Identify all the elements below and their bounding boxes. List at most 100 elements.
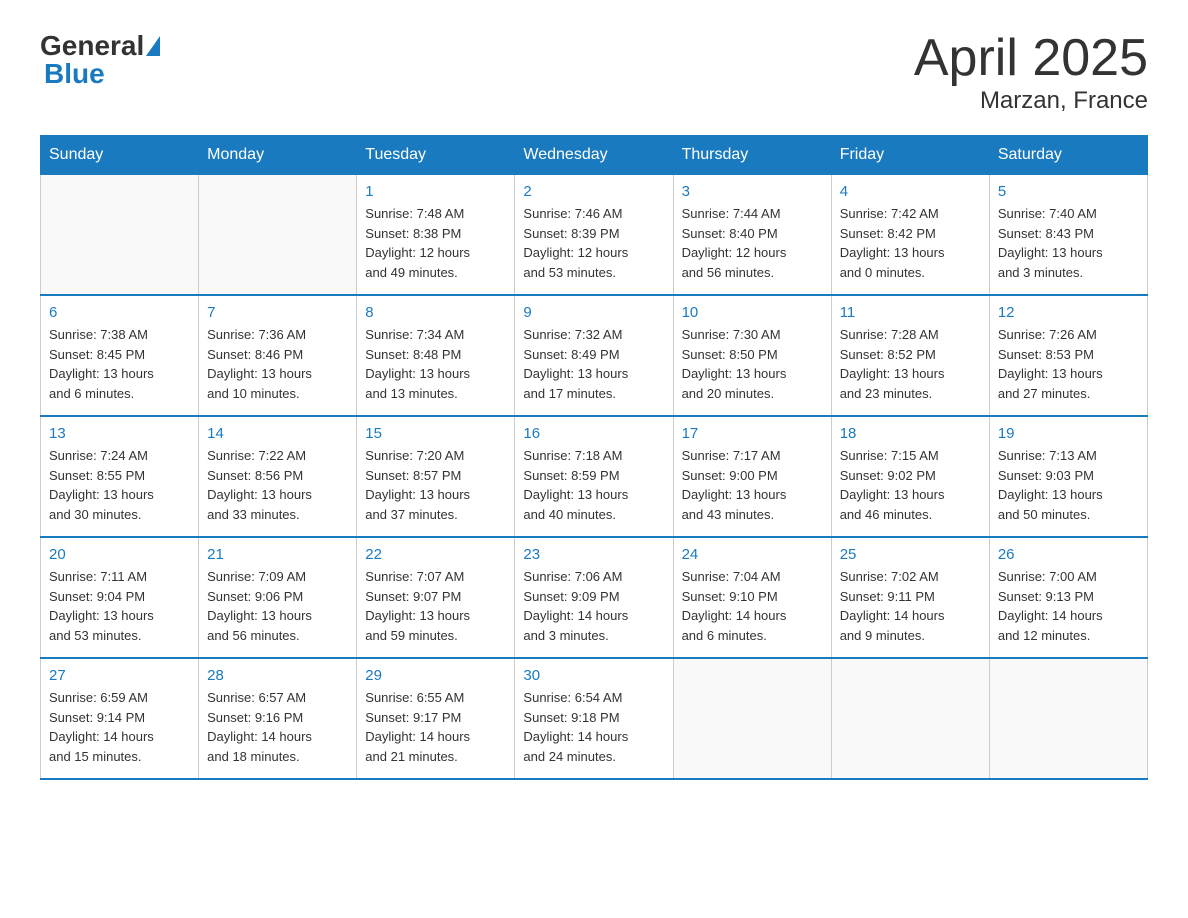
day-number: 18	[840, 425, 981, 442]
day-cell: 19 Sunrise: 7:13 AM Sunset: 9:03 PM Dayli…	[989, 416, 1147, 537]
logo: General Blue	[40, 30, 162, 90]
week-row-4: 20 Sunrise: 7:11 AM Sunset: 9:04 PM Dayli…	[41, 537, 1148, 658]
day-info: Sunrise: 7:15 AM Sunset: 9:02 PM Dayligh…	[840, 446, 981, 524]
day-info: Sunrise: 7:26 AM Sunset: 8:53 PM Dayligh…	[998, 325, 1139, 403]
day-cell: 5 Sunrise: 7:40 AM Sunset: 8:43 PM Daylig…	[989, 175, 1147, 296]
day-cell: 10 Sunrise: 7:30 AM Sunset: 8:50 PM Dayli…	[673, 295, 831, 416]
header-cell-monday: Monday	[199, 136, 357, 175]
day-cell: 4 Sunrise: 7:42 AM Sunset: 8:42 PM Daylig…	[831, 175, 989, 296]
day-info: Sunrise: 7:04 AM Sunset: 9:10 PM Dayligh…	[682, 567, 823, 645]
day-info: Sunrise: 6:54 AM Sunset: 9:18 PM Dayligh…	[523, 688, 664, 766]
calendar-body: 1 Sunrise: 7:48 AM Sunset: 8:38 PM Daylig…	[41, 175, 1148, 780]
header-row: SundayMondayTuesdayWednesdayThursdayFrid…	[41, 136, 1148, 175]
day-cell: 2Sunrise: 7:46 AM Sunset: 8:39 PM Daylig…	[515, 175, 673, 296]
day-number: 28	[207, 667, 348, 684]
day-number: 27	[49, 667, 190, 684]
day-number: 14	[207, 425, 348, 442]
day-info: Sunrise: 7:07 AM Sunset: 9:07 PM Dayligh…	[365, 567, 506, 645]
day-info: Sunrise: 7:13 AM Sunset: 9:03 PM Dayligh…	[998, 446, 1139, 524]
day-number: 21	[207, 546, 348, 563]
day-number: 16	[523, 425, 664, 442]
day-number: 13	[49, 425, 190, 442]
header-cell-sunday: Sunday	[41, 136, 199, 175]
day-info: Sunrise: 7:06 AM Sunset: 9:09 PM Dayligh…	[523, 567, 664, 645]
logo-blue-text: Blue	[44, 58, 105, 89]
day-cell: 28 Sunrise: 6:57 AM Sunset: 9:16 PM Dayli…	[199, 658, 357, 779]
day-info: Sunrise: 6:57 AM Sunset: 9:16 PM Dayligh…	[207, 688, 348, 766]
day-cell: 25 Sunrise: 7:02 AM Sunset: 9:11 PM Dayli…	[831, 537, 989, 658]
day-info: Sunrise: 7:36 AM Sunset: 8:46 PM Dayligh…	[207, 325, 348, 403]
header-cell-wednesday: Wednesday	[515, 136, 673, 175]
day-info: Sunrise: 7:48 AM Sunset: 8:38 PM Dayligh…	[365, 204, 506, 282]
day-info: Sunrise: 7:38 AM Sunset: 8:45 PM Dayligh…	[49, 325, 190, 403]
day-cell: 1 Sunrise: 7:48 AM Sunset: 8:38 PM Daylig…	[357, 175, 515, 296]
day-info: Sunrise: 7:24 AM Sunset: 8:55 PM Dayligh…	[49, 446, 190, 524]
day-info: Sunrise: 7:02 AM Sunset: 9:11 PM Dayligh…	[840, 567, 981, 645]
day-number: 20	[49, 546, 190, 563]
header-cell-thursday: Thursday	[673, 136, 831, 175]
day-info: Sunrise: 7:17 AM Sunset: 9:00 PM Dayligh…	[682, 446, 823, 524]
day-cell: 12 Sunrise: 7:26 AM Sunset: 8:53 PM Dayli…	[989, 295, 1147, 416]
title-block: April 2025 Marzan, France	[914, 30, 1148, 115]
day-number: 15	[365, 425, 506, 442]
day-number: 22	[365, 546, 506, 563]
day-cell: 26Sunrise: 7:00 AM Sunset: 9:13 PM Dayli…	[989, 537, 1147, 658]
day-number: 8	[365, 304, 506, 321]
day-number: 30	[523, 667, 664, 684]
day-cell: 24Sunrise: 7:04 AM Sunset: 9:10 PM Dayli…	[673, 537, 831, 658]
day-number: 17	[682, 425, 823, 442]
day-info: Sunrise: 7:42 AM Sunset: 8:42 PM Dayligh…	[840, 204, 981, 282]
week-row-2: 6 Sunrise: 7:38 AM Sunset: 8:45 PM Daylig…	[41, 295, 1148, 416]
day-info: Sunrise: 7:11 AM Sunset: 9:04 PM Dayligh…	[49, 567, 190, 645]
day-cell: 30 Sunrise: 6:54 AM Sunset: 9:18 PM Dayli…	[515, 658, 673, 779]
week-row-1: 1 Sunrise: 7:48 AM Sunset: 8:38 PM Daylig…	[41, 175, 1148, 296]
day-cell: 3Sunrise: 7:44 AM Sunset: 8:40 PM Daylig…	[673, 175, 831, 296]
day-info: Sunrise: 7:30 AM Sunset: 8:50 PM Dayligh…	[682, 325, 823, 403]
day-info: Sunrise: 6:59 AM Sunset: 9:14 PM Dayligh…	[49, 688, 190, 766]
header-cell-saturday: Saturday	[989, 136, 1147, 175]
calendar-header: SundayMondayTuesdayWednesdayThursdayFrid…	[41, 136, 1148, 175]
day-cell: 11 Sunrise: 7:28 AM Sunset: 8:52 PM Dayli…	[831, 295, 989, 416]
day-cell	[831, 658, 989, 779]
day-info: Sunrise: 7:20 AM Sunset: 8:57 PM Dayligh…	[365, 446, 506, 524]
week-row-5: 27 Sunrise: 6:59 AM Sunset: 9:14 PM Dayli…	[41, 658, 1148, 779]
day-info: Sunrise: 7:18 AM Sunset: 8:59 PM Dayligh…	[523, 446, 664, 524]
day-info: Sunrise: 7:34 AM Sunset: 8:48 PM Dayligh…	[365, 325, 506, 403]
day-cell: 9 Sunrise: 7:32 AM Sunset: 8:49 PM Daylig…	[515, 295, 673, 416]
day-number: 4	[840, 183, 981, 200]
day-number: 5	[998, 183, 1139, 200]
day-info: Sunrise: 6:55 AM Sunset: 9:17 PM Dayligh…	[365, 688, 506, 766]
page-title: April 2025	[914, 30, 1148, 87]
day-cell: 18 Sunrise: 7:15 AM Sunset: 9:02 PM Dayli…	[831, 416, 989, 537]
day-cell: 16 Sunrise: 7:18 AM Sunset: 8:59 PM Dayli…	[515, 416, 673, 537]
day-number: 6	[49, 304, 190, 321]
day-cell: 27 Sunrise: 6:59 AM Sunset: 9:14 PM Dayli…	[41, 658, 199, 779]
day-info: Sunrise: 7:32 AM Sunset: 8:49 PM Dayligh…	[523, 325, 664, 403]
day-cell: 17 Sunrise: 7:17 AM Sunset: 9:00 PM Dayli…	[673, 416, 831, 537]
day-number: 10	[682, 304, 823, 321]
week-row-3: 13 Sunrise: 7:24 AM Sunset: 8:55 PM Dayli…	[41, 416, 1148, 537]
day-number: 9	[523, 304, 664, 321]
day-info: Sunrise: 7:40 AM Sunset: 8:43 PM Dayligh…	[998, 204, 1139, 282]
day-info: Sunrise: 7:28 AM Sunset: 8:52 PM Dayligh…	[840, 325, 981, 403]
page-location: Marzan, France	[914, 87, 1148, 115]
day-cell: 13 Sunrise: 7:24 AM Sunset: 8:55 PM Dayli…	[41, 416, 199, 537]
day-number: 25	[840, 546, 981, 563]
day-number: 11	[840, 304, 981, 321]
day-number: 1	[365, 183, 506, 200]
day-number: 26	[998, 546, 1139, 563]
day-cell: 6 Sunrise: 7:38 AM Sunset: 8:45 PM Daylig…	[41, 295, 199, 416]
day-number: 19	[998, 425, 1139, 442]
day-info: Sunrise: 7:44 AM Sunset: 8:40 PM Dayligh…	[682, 204, 823, 282]
day-cell: 20 Sunrise: 7:11 AM Sunset: 9:04 PM Dayli…	[41, 537, 199, 658]
day-cell: 14Sunrise: 7:22 AM Sunset: 8:56 PM Dayli…	[199, 416, 357, 537]
logo-triangle-icon	[146, 36, 160, 56]
day-number: 12	[998, 304, 1139, 321]
day-cell	[199, 175, 357, 296]
day-cell	[41, 175, 199, 296]
day-cell: 8 Sunrise: 7:34 AM Sunset: 8:48 PM Daylig…	[357, 295, 515, 416]
calendar-table: SundayMondayTuesdayWednesdayThursdayFrid…	[40, 135, 1148, 780]
header-cell-tuesday: Tuesday	[357, 136, 515, 175]
day-cell: 29Sunrise: 6:55 AM Sunset: 9:17 PM Dayli…	[357, 658, 515, 779]
header-cell-friday: Friday	[831, 136, 989, 175]
